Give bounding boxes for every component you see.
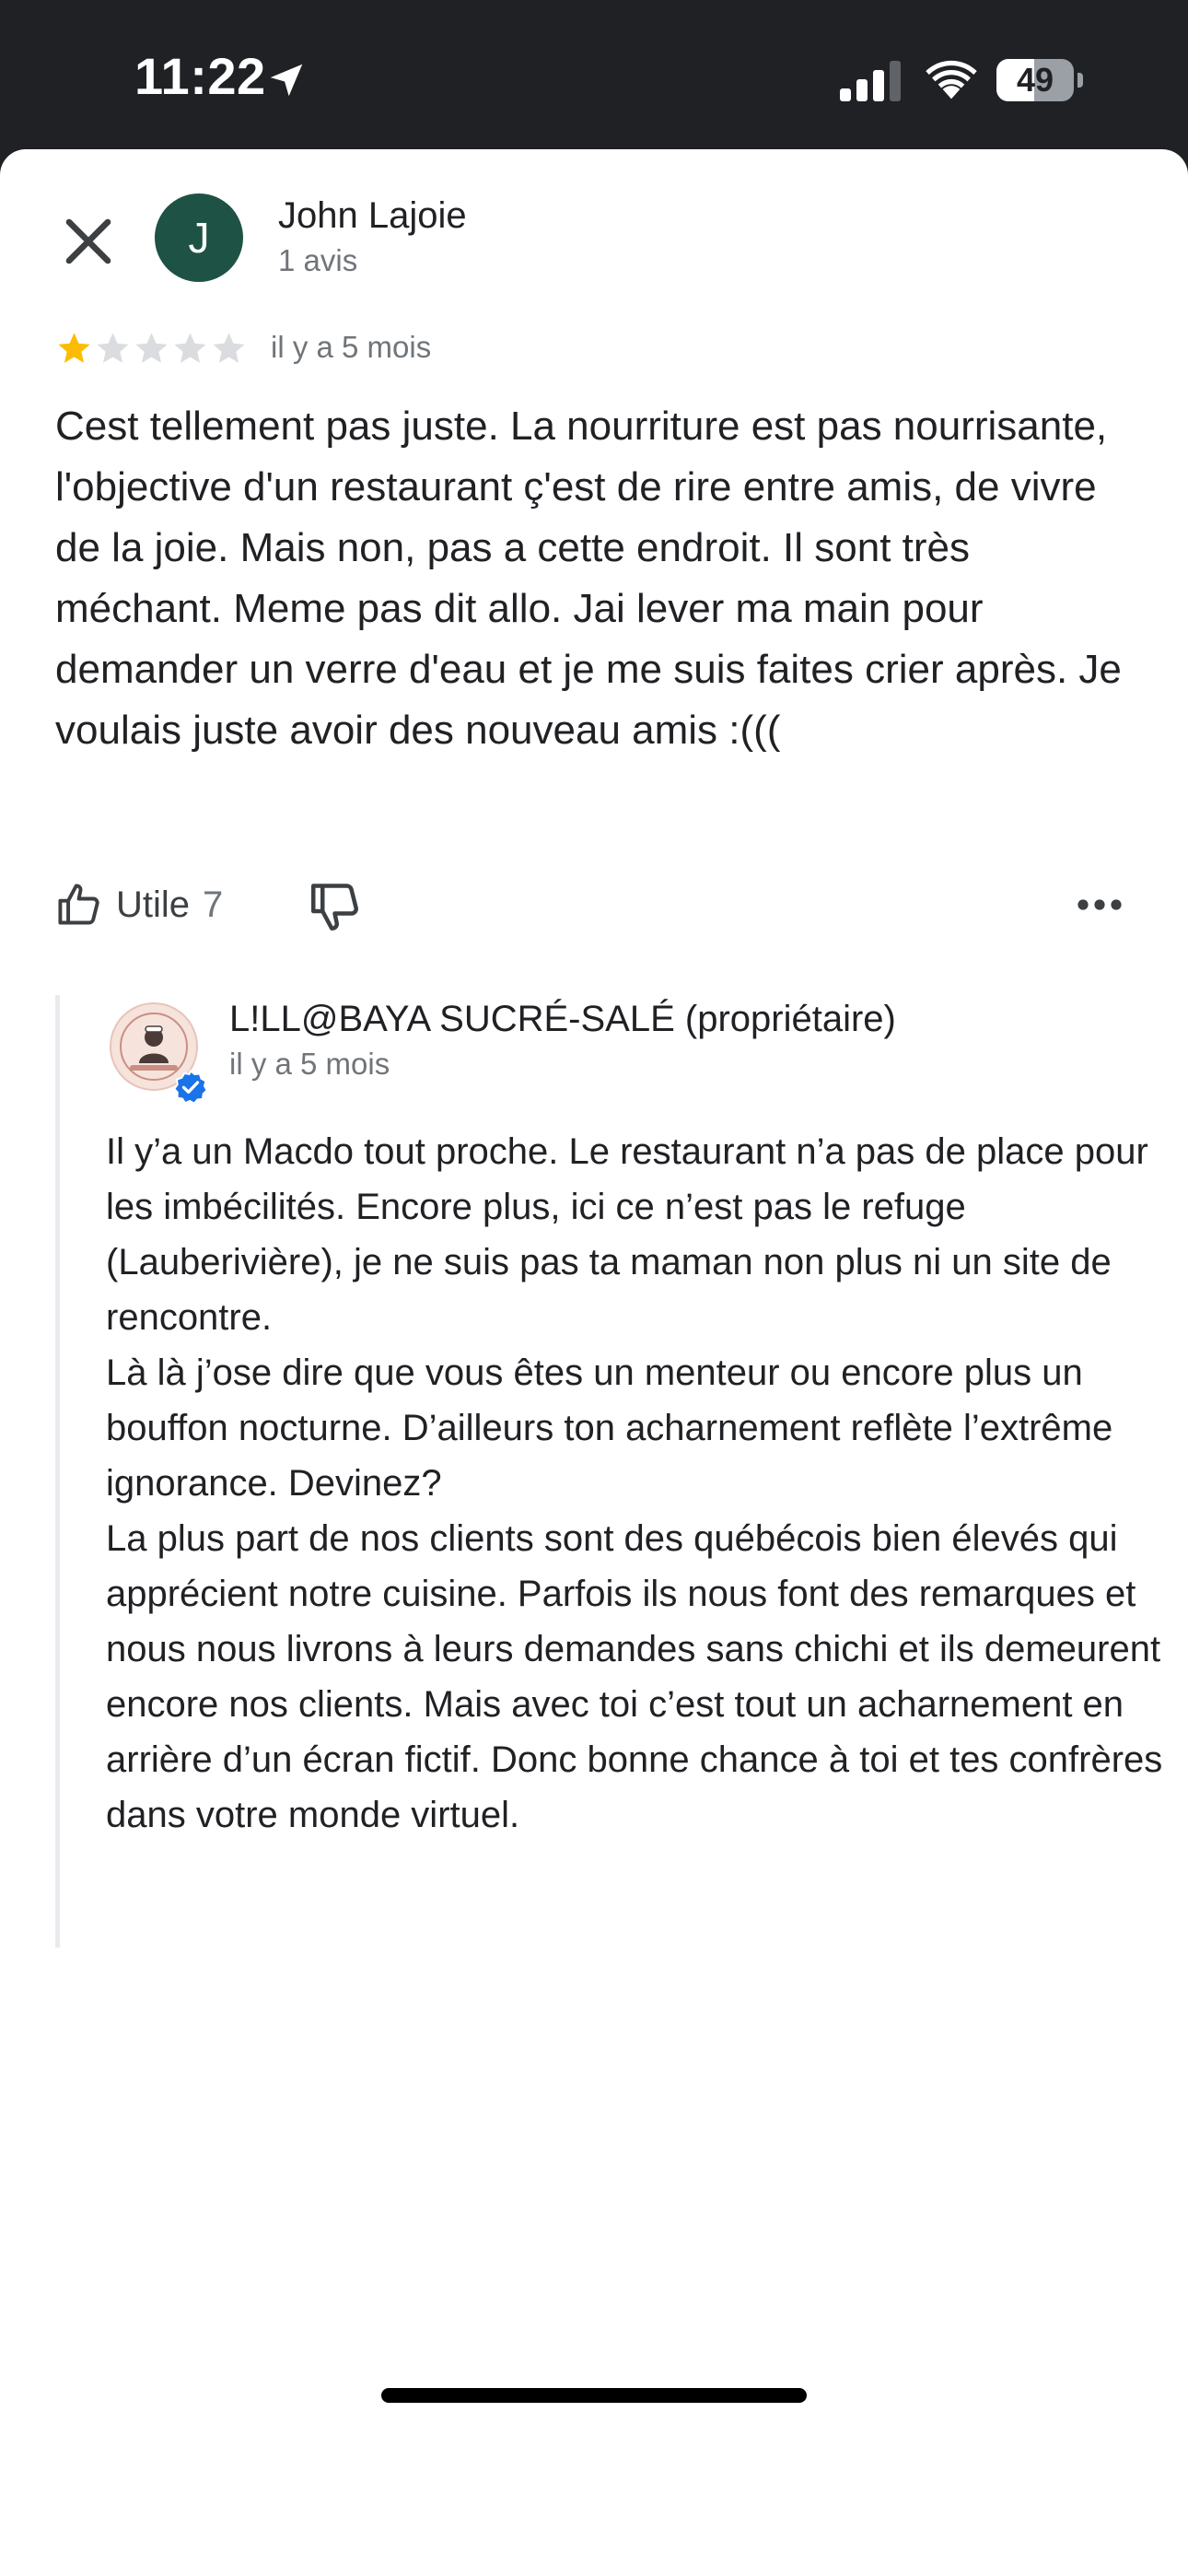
battery-icon: 49 xyxy=(996,59,1085,101)
reviewer-name[interactable]: John Lajoie xyxy=(278,195,467,237)
thumbs-up-icon xyxy=(58,884,99,925)
cellular-signal-icon xyxy=(840,61,901,101)
location-arrow-icon xyxy=(270,64,303,97)
thumbs-down-icon[interactable] xyxy=(308,879,363,934)
battery-body: 49 xyxy=(996,59,1074,101)
more-options-icon[interactable] xyxy=(1076,886,1124,923)
owner-reply: L!LL@BAYA SUCRÉ-SALÉ (propriétaire) il y… xyxy=(55,995,1162,1948)
review-date: il y a 5 mois xyxy=(271,330,432,364)
close-icon[interactable] xyxy=(55,208,122,275)
battery-percent: 49 xyxy=(1016,61,1054,99)
reply-paragraph: Il y’a un Macdo tout proche. Le restaura… xyxy=(106,1131,1148,1338)
star-empty-icon xyxy=(97,333,129,363)
wifi-icon xyxy=(926,60,977,100)
star-empty-icon xyxy=(213,333,245,363)
owner-reply-date: il y a 5 mois xyxy=(229,1047,390,1081)
status-bar: 11:22 49 xyxy=(0,0,1188,149)
owner-reply-text: Il y’a un Macdo tout proche. Le restaura… xyxy=(106,1124,1188,1843)
star-empty-icon xyxy=(174,333,206,363)
reply-paragraph: Là là j’ose dire que vous êtes un menteu… xyxy=(106,1352,1113,1504)
star-rating xyxy=(55,330,249,370)
review-text: Cest tellement pas juste. La nourriture … xyxy=(55,404,1122,753)
home-indicator[interactable] xyxy=(381,2388,807,2403)
reviewer-review-count: 1 avis xyxy=(278,243,358,277)
reply-paragraph: La plus part de nos clients sont des qué… xyxy=(106,1518,1163,1835)
helpful-button[interactable]: Utile 7 xyxy=(55,877,223,932)
reviewer-avatar[interactable]: J xyxy=(155,193,243,282)
status-time: 11:22 xyxy=(134,47,266,105)
helpful-count: 7 xyxy=(203,884,224,925)
star-empty-icon xyxy=(135,333,168,363)
helpful-label: Utile xyxy=(116,884,191,925)
star-filled-icon xyxy=(58,333,90,363)
owner-name[interactable]: L!LL@BAYA SUCRÉ-SALÉ (propriétaire) xyxy=(229,999,896,1040)
verified-badge-icon xyxy=(173,1069,208,1105)
battery-cap xyxy=(1077,73,1083,88)
review-sheet: J John Lajoie 1 avis il y a 5 mois Cest … xyxy=(0,149,1188,2576)
